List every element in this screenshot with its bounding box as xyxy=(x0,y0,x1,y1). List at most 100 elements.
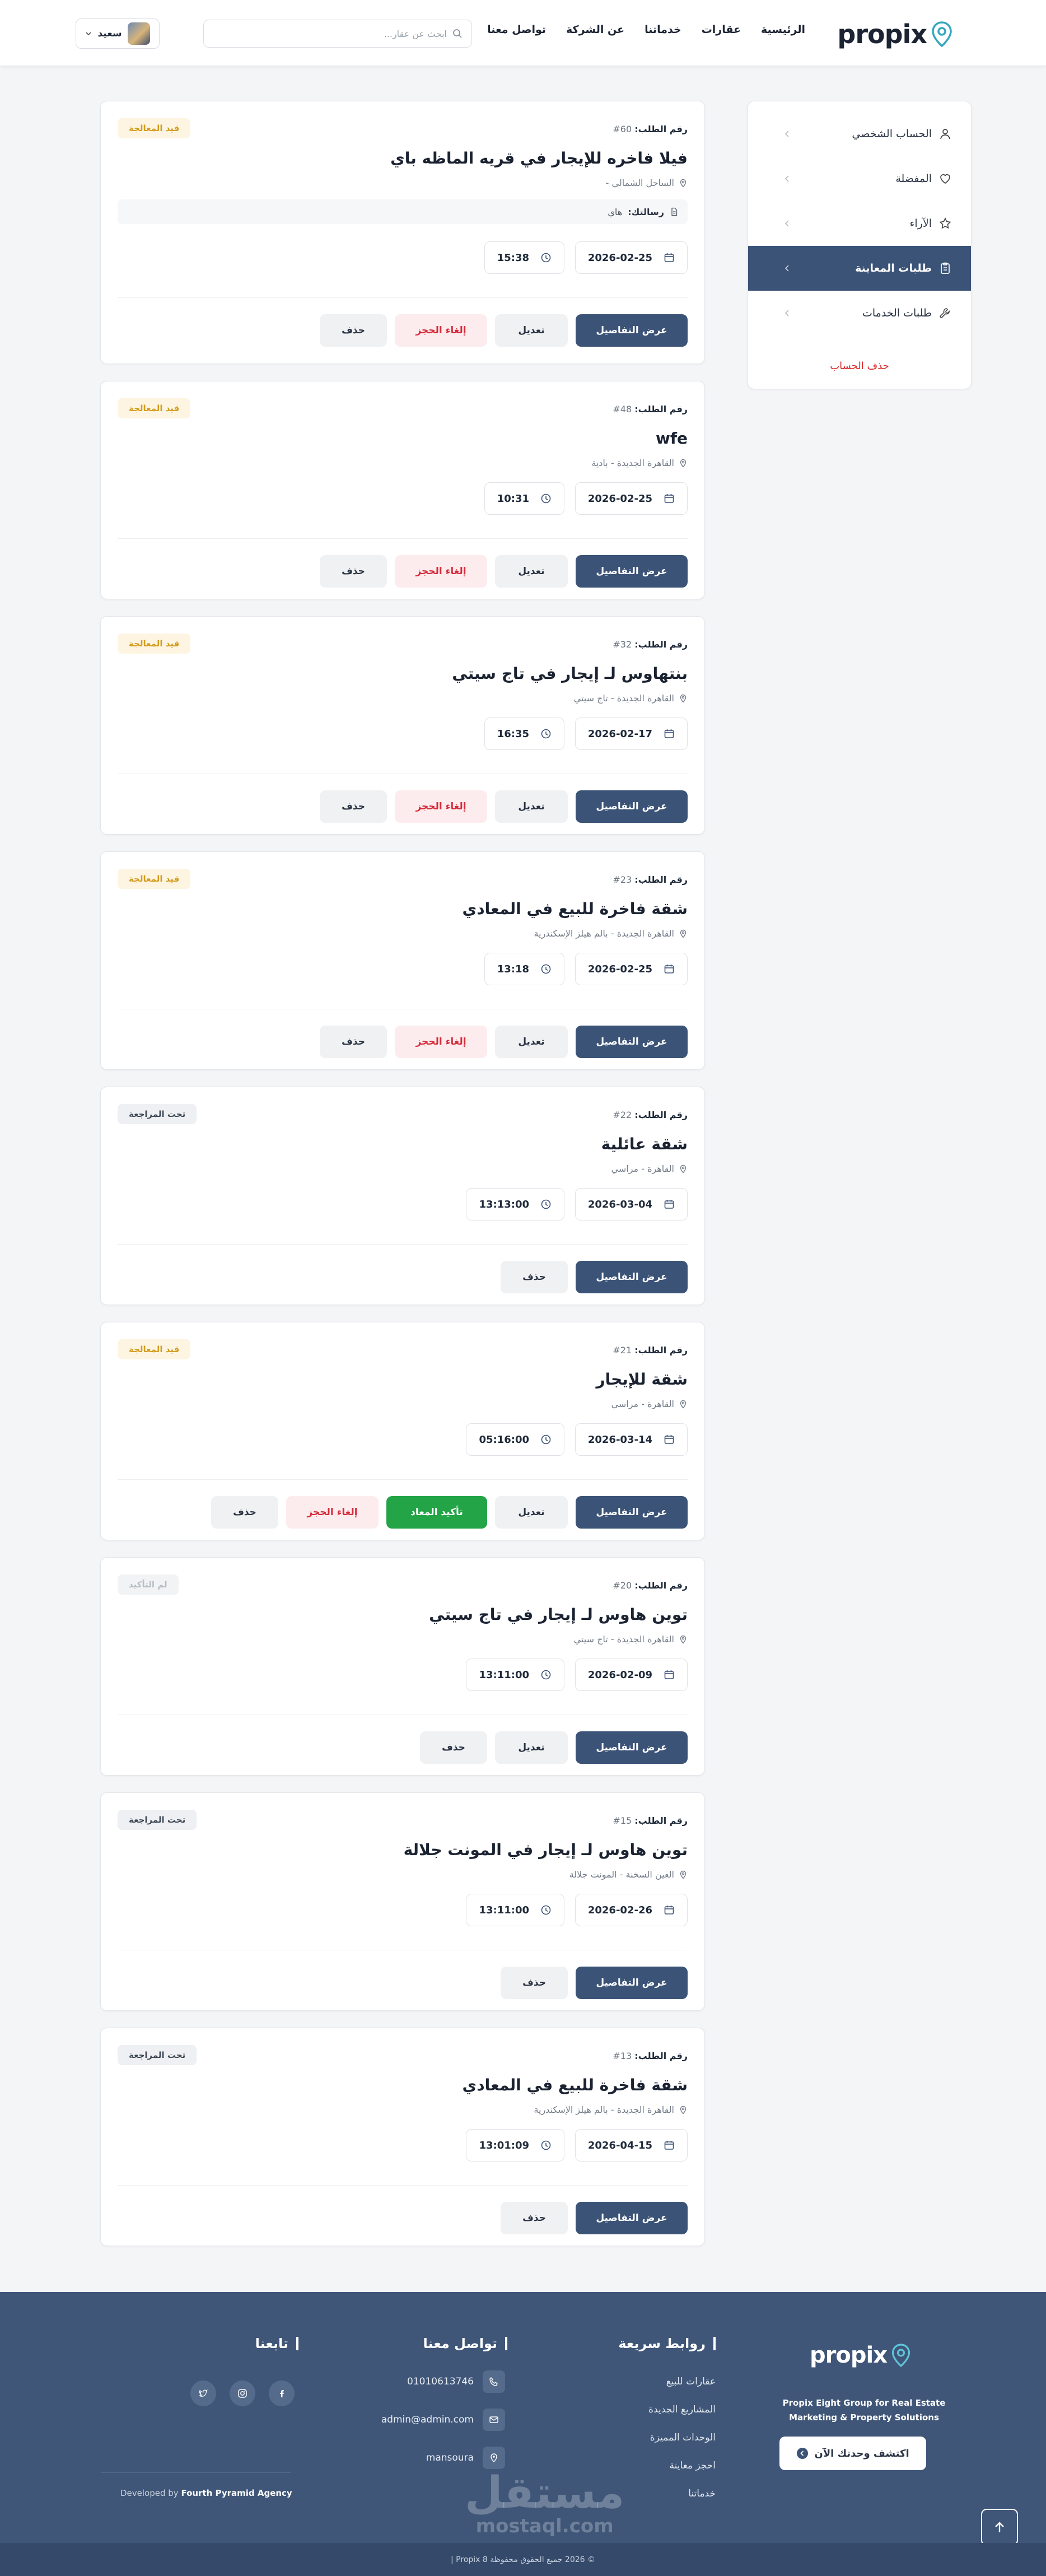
edit-button[interactable]: تعديل xyxy=(495,1026,568,1058)
view-details-button[interactable]: عرض التفاصيل xyxy=(576,1026,688,1058)
cancel-booking-button[interactable]: إلغاء الحجز xyxy=(286,1496,379,1529)
edit-button[interactable]: تعديل xyxy=(495,314,568,347)
edit-button[interactable]: تعديل xyxy=(495,555,568,588)
user-menu[interactable]: سعيد xyxy=(76,18,160,49)
view-details-button[interactable]: عرض التفاصيل xyxy=(576,1731,688,1764)
clock-icon xyxy=(541,2140,551,2150)
facebook-icon[interactable] xyxy=(269,2381,295,2406)
inspection-request-card: رقم الطلب: 60# قيد المعالجة فيلا فاخره للإ… xyxy=(100,101,705,364)
view-details-button[interactable]: عرض التفاصيل xyxy=(576,555,688,588)
sidebar-item-reviews[interactable]: الآراء xyxy=(748,201,971,246)
cancel-booking-button[interactable]: إلغاء الحجز xyxy=(395,555,487,588)
nav-properties[interactable]: عقارات xyxy=(702,24,741,36)
property-title[interactable]: شقة عائلية xyxy=(601,1135,688,1153)
property-title[interactable]: توين هاوس لـ إيجار في المونت جلالة xyxy=(404,1841,688,1859)
site-logo[interactable]: propix xyxy=(837,17,954,52)
delete-button[interactable]: حذف xyxy=(320,555,387,588)
edit-button[interactable]: تعديل xyxy=(495,790,568,823)
footer-link[interactable]: احجز معاينة xyxy=(670,2460,716,2471)
card-divider xyxy=(118,538,688,539)
footer-link[interactable]: المشاريع الجديدة xyxy=(648,2404,716,2415)
property-location: القاهرة الجديدة - بالم هيلز الإسكندرية xyxy=(534,928,688,939)
delete-button[interactable]: حذف xyxy=(211,1496,278,1529)
view-details-button[interactable]: عرض التفاصيل xyxy=(576,314,688,347)
heart-icon xyxy=(940,174,950,184)
nav-about[interactable]: عن الشركة xyxy=(566,24,624,36)
property-title[interactable]: بنتهاوس لـ إيجار في تاج سيتي xyxy=(452,664,688,683)
view-details-button[interactable]: عرض التفاصيل xyxy=(576,1496,688,1529)
date-pill: 2026-03-14 xyxy=(575,1423,688,1456)
calendar-icon xyxy=(664,253,674,262)
time-pill: 13:11:00 xyxy=(466,1659,564,1691)
delete-button[interactable]: حذف xyxy=(420,1731,487,1764)
arrow-up-icon xyxy=(995,2522,1004,2532)
view-details-button[interactable]: عرض التفاصيل xyxy=(576,1261,688,1293)
twitter-icon[interactable] xyxy=(190,2381,216,2406)
location-icon xyxy=(680,179,687,188)
cancel-booking-button[interactable]: إلغاء الحجز xyxy=(395,790,487,823)
order-label: رقم الطلب: xyxy=(634,404,688,414)
property-title[interactable]: توين هاوس لـ إيجار في تاج سيتي xyxy=(429,1605,688,1624)
view-details-button[interactable]: عرض التفاصيل xyxy=(576,1967,688,1999)
delete-button[interactable]: حذف xyxy=(501,1967,568,1999)
cancel-booking-button[interactable]: إلغاء الحجز xyxy=(395,314,487,347)
footer-phone[interactable]: 01010613746 xyxy=(407,2370,505,2393)
time-value: 05:16:00 xyxy=(479,1433,529,1446)
instagram-icon[interactable] xyxy=(230,2381,255,2406)
address-text: mansoura xyxy=(426,2452,474,2463)
footer-link[interactable]: خدماتنا xyxy=(688,2488,716,2499)
delete-account-link[interactable]: حذف الحساب xyxy=(748,360,971,372)
property-title[interactable]: فيلا فاخره للإيجار في قريه الماظه باي xyxy=(390,149,688,167)
inspection-request-card: رقم الطلب: 20# لم التأكيد توين هاوس لـ إيج… xyxy=(100,1557,705,1776)
property-title[interactable]: wfe xyxy=(656,429,688,448)
property-title[interactable]: شقة فاخرة للبيع في المعادي xyxy=(463,2076,688,2094)
delete-button[interactable]: حذف xyxy=(320,790,387,823)
location-text: العين السخنة - المونت جلالة xyxy=(569,1869,674,1880)
footer-link[interactable]: عقارات للبيع xyxy=(666,2376,716,2387)
delete-button[interactable]: حذف xyxy=(501,1261,568,1293)
developer-name[interactable]: Fourth Pyramid Agency xyxy=(181,2488,292,2498)
scroll-to-top-button[interactable] xyxy=(981,2509,1018,2546)
delete-button[interactable]: حذف xyxy=(501,2202,568,2234)
chevron-left-icon xyxy=(784,220,789,227)
edit-button[interactable]: تعديل xyxy=(495,1496,568,1529)
view-details-button[interactable]: عرض التفاصيل xyxy=(576,2202,688,2234)
contact-title: تواصل معنا xyxy=(423,2337,507,2350)
location-text: القاهرة - مراسي xyxy=(611,1399,674,1409)
sidebar-item-service-requests[interactable]: طلبات الخدمات xyxy=(748,291,971,336)
sidebar-item-favorites[interactable]: المفضلة xyxy=(748,156,971,201)
time-pill: 13:18 xyxy=(484,953,564,985)
footer-email[interactable]: admin@admin.com xyxy=(381,2409,505,2431)
time-pill: 13:13:00 xyxy=(466,1188,564,1221)
main-nav: الرئيسية عقارات خدماتنا عن الشركة تواصل … xyxy=(487,24,805,36)
time-pill: 13:11:00 xyxy=(466,1894,564,1926)
nav-services[interactable]: خدماتنا xyxy=(645,24,681,36)
discover-unit-button[interactable]: اكتشف وحدتك الآن xyxy=(779,2437,926,2470)
search-icon xyxy=(453,29,462,38)
confirm-appointment-button[interactable]: تأكيد المعاد xyxy=(386,1496,487,1529)
delete-button[interactable]: حذف xyxy=(320,1026,387,1058)
nav-home[interactable]: الرئيسية xyxy=(761,24,805,36)
property-location: القاهرة الجديدة - تاج سيتي xyxy=(574,693,688,704)
watermark: مستقل mostaql.com xyxy=(465,2471,624,2537)
delete-button[interactable]: حذف xyxy=(320,314,387,347)
date-pill: 2026-04-15 xyxy=(575,2129,688,2162)
sidebar-item-inspection-requests[interactable]: طلبات المعاينة xyxy=(748,246,971,291)
property-title[interactable]: شقة للإيجار xyxy=(596,1370,688,1389)
date-value: 2026-03-14 xyxy=(587,1433,652,1446)
footer-link[interactable]: الوحدات المميزة xyxy=(650,2432,716,2443)
order-id: 22# xyxy=(613,1110,632,1120)
cancel-booking-button[interactable]: إلغاء الحجز xyxy=(395,1026,487,1058)
edit-button[interactable]: تعديل xyxy=(495,1731,568,1764)
avatar xyxy=(127,22,150,45)
footer-logo[interactable]: propix xyxy=(810,2342,912,2368)
footer-divider xyxy=(101,2472,291,2473)
request-message: رسالتك: هاي xyxy=(118,199,688,224)
sidebar-item-profile[interactable]: الحساب الشخصي xyxy=(748,111,971,156)
location-icon xyxy=(680,459,687,468)
search-input[interactable] xyxy=(213,28,447,39)
property-title[interactable]: شقة فاخرة للبيع في المعادي xyxy=(463,900,688,918)
time-value: 13:13:00 xyxy=(479,1198,529,1210)
view-details-button[interactable]: عرض التفاصيل xyxy=(576,790,688,823)
nav-contact[interactable]: تواصل معنا xyxy=(487,24,546,36)
